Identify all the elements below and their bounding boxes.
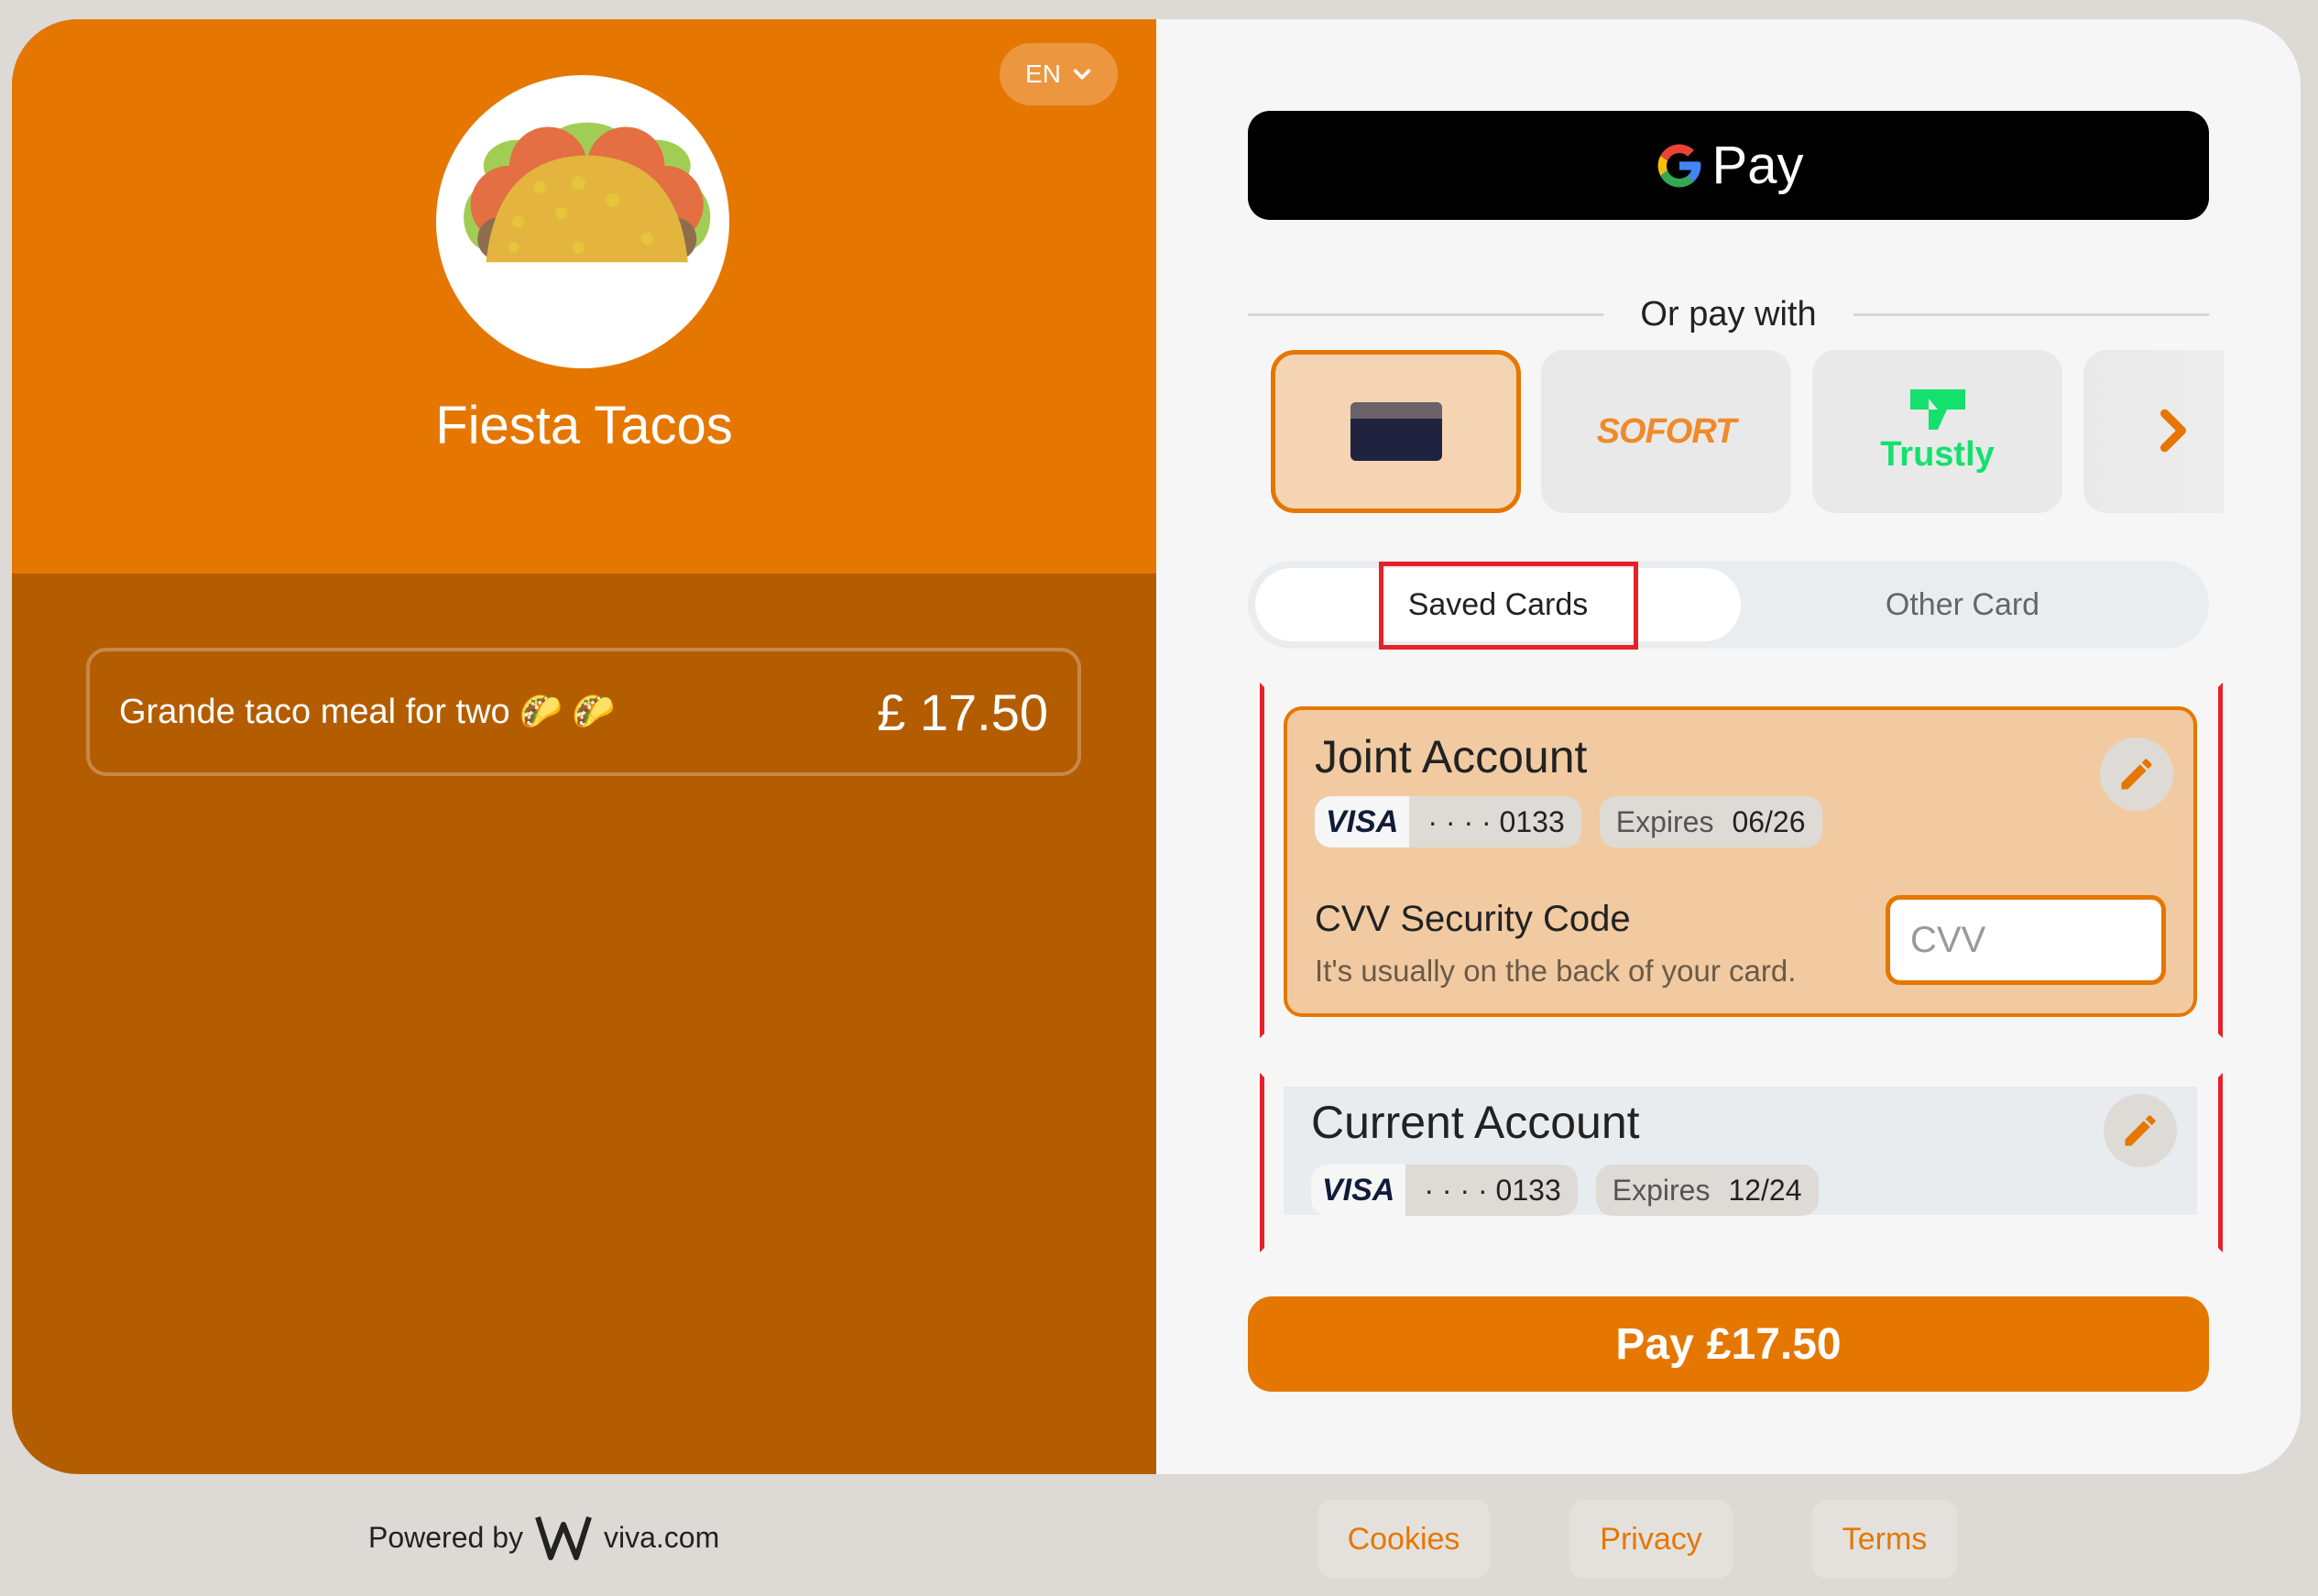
expires-label: Expires bbox=[1615, 804, 1714, 838]
order-item-price: £ 17.50 bbox=[877, 683, 1048, 741]
or-pay-with-divider: Or pay with bbox=[1248, 294, 2210, 333]
payment-method-trustly[interactable]: Trustly bbox=[1812, 350, 2062, 513]
credit-card-icon bbox=[1350, 402, 1442, 461]
chevron-right-icon bbox=[2160, 409, 2186, 453]
card-number-chip: VISA · · · · 0133 bbox=[1315, 796, 1581, 847]
powered-by-text: Powered by bbox=[368, 1520, 523, 1554]
payment-panel: Pay Or pay with SOFORT Trustly Saved Car… bbox=[1156, 19, 2301, 1474]
card-name: Joint Account bbox=[1315, 731, 1588, 782]
merchant-panel: EN Fiesta Tacos Grande taco meal for two… bbox=[12, 19, 1156, 1474]
merchant-name: Fiesta Tacos bbox=[435, 396, 733, 455]
trustly-icon bbox=[1909, 388, 1965, 430]
payment-method-sofort[interactable]: SOFORT bbox=[1541, 350, 1791, 513]
pencil-icon bbox=[2125, 1115, 2156, 1146]
order-item: Grande taco meal for two 🌮 🌮 £ 17.50 bbox=[86, 648, 1081, 776]
card-details: VISA · · · · 0133 Expires 12/24 bbox=[1311, 1164, 1819, 1216]
cvv-input[interactable] bbox=[1886, 895, 2166, 985]
google-pay-label: Pay bbox=[1711, 136, 1804, 195]
order-item-description: Grande taco meal for two 🌮 🌮 bbox=[119, 692, 615, 732]
pay-button[interactable]: Pay £17.50 bbox=[1248, 1296, 2209, 1392]
expiry-date: 06/26 bbox=[1732, 804, 1806, 838]
edit-card-button[interactable] bbox=[2100, 738, 2173, 811]
divider-text: Or pay with bbox=[1640, 294, 1817, 333]
card-tabs: Saved Cards Other Card bbox=[1248, 561, 2209, 649]
pay-label: Pay bbox=[1615, 1319, 1694, 1369]
card-number-chip: VISA · · · · 0133 bbox=[1311, 1164, 1578, 1216]
cvv-hint: It's usually on the back of your card. bbox=[1315, 954, 1797, 988]
divider-line bbox=[1248, 312, 1604, 316]
chevron-down-icon bbox=[1073, 69, 1091, 80]
card-expiry-chip: Expires 12/24 bbox=[1595, 1164, 1819, 1216]
footer-link-privacy[interactable]: Privacy bbox=[1569, 1500, 1733, 1579]
card-name: Current Account bbox=[1311, 1097, 1640, 1148]
masked-card-number: · · · · 0133 bbox=[1424, 1173, 1561, 1207]
taco-emoji: 🌮 bbox=[571, 693, 616, 731]
order-item-text: Grande taco meal for two bbox=[119, 692, 510, 731]
language-selector[interactable]: EN bbox=[1000, 43, 1118, 105]
pay-amount: £17.50 bbox=[1706, 1319, 1842, 1369]
merchant-logo bbox=[436, 75, 729, 368]
pencil-icon bbox=[2121, 759, 2152, 790]
visa-logo: VISA bbox=[1311, 1164, 1406, 1216]
taco-emoji: 🌮 bbox=[519, 693, 563, 731]
saved-card-current-account[interactable]: Current Account VISA · · · · 0133 Expire… bbox=[1284, 1087, 2197, 1216]
tab-other-card[interactable]: Other Card bbox=[1720, 568, 2205, 641]
tab-saved-cards[interactable]: Saved Cards bbox=[1255, 568, 1741, 641]
edit-card-button[interactable] bbox=[2104, 1094, 2177, 1167]
footer-link-cookies[interactable]: Cookies bbox=[1318, 1500, 1490, 1579]
divider-line bbox=[1853, 312, 2210, 316]
taco-logo-icon bbox=[464, 122, 711, 263]
sofort-logo: SOFORT bbox=[1596, 411, 1737, 451]
footer-link-terms[interactable]: Terms bbox=[1812, 1500, 1957, 1579]
merchant-header: EN Fiesta Tacos bbox=[12, 19, 1156, 574]
expiry-date: 12/24 bbox=[1728, 1173, 1802, 1207]
viva-logo-icon bbox=[535, 1516, 592, 1560]
google-g-icon bbox=[1657, 144, 1700, 187]
cvv-label: CVV Security Code bbox=[1315, 899, 1631, 939]
google-pay-button[interactable]: Pay bbox=[1248, 111, 2209, 220]
payment-method-card[interactable] bbox=[1271, 350, 1521, 513]
checkout-frame: EN Fiesta Tacos Grande taco meal for two… bbox=[12, 19, 2301, 1474]
card-details: VISA · · · · 0133 Expires 06/26 bbox=[1315, 796, 1822, 847]
more-payment-methods-button[interactable] bbox=[2083, 350, 2224, 513]
expires-label: Expires bbox=[1612, 1173, 1711, 1207]
language-label: EN bbox=[1025, 60, 1061, 88]
card-expiry-chip: Expires 06/26 bbox=[1599, 796, 1822, 847]
trustly-label: Trustly bbox=[1880, 434, 1995, 474]
payment-methods: SOFORT Trustly bbox=[1271, 350, 2224, 515]
viva-brand: viva.com bbox=[603, 1520, 720, 1554]
powered-by: Powered by viva.com bbox=[368, 1514, 719, 1561]
visa-logo: VISA bbox=[1315, 796, 1410, 847]
masked-card-number: · · · · 0133 bbox=[1427, 804, 1565, 838]
saved-card-joint-account[interactable]: Joint Account VISA · · · · 0133 Expires … bbox=[1284, 706, 2197, 1017]
